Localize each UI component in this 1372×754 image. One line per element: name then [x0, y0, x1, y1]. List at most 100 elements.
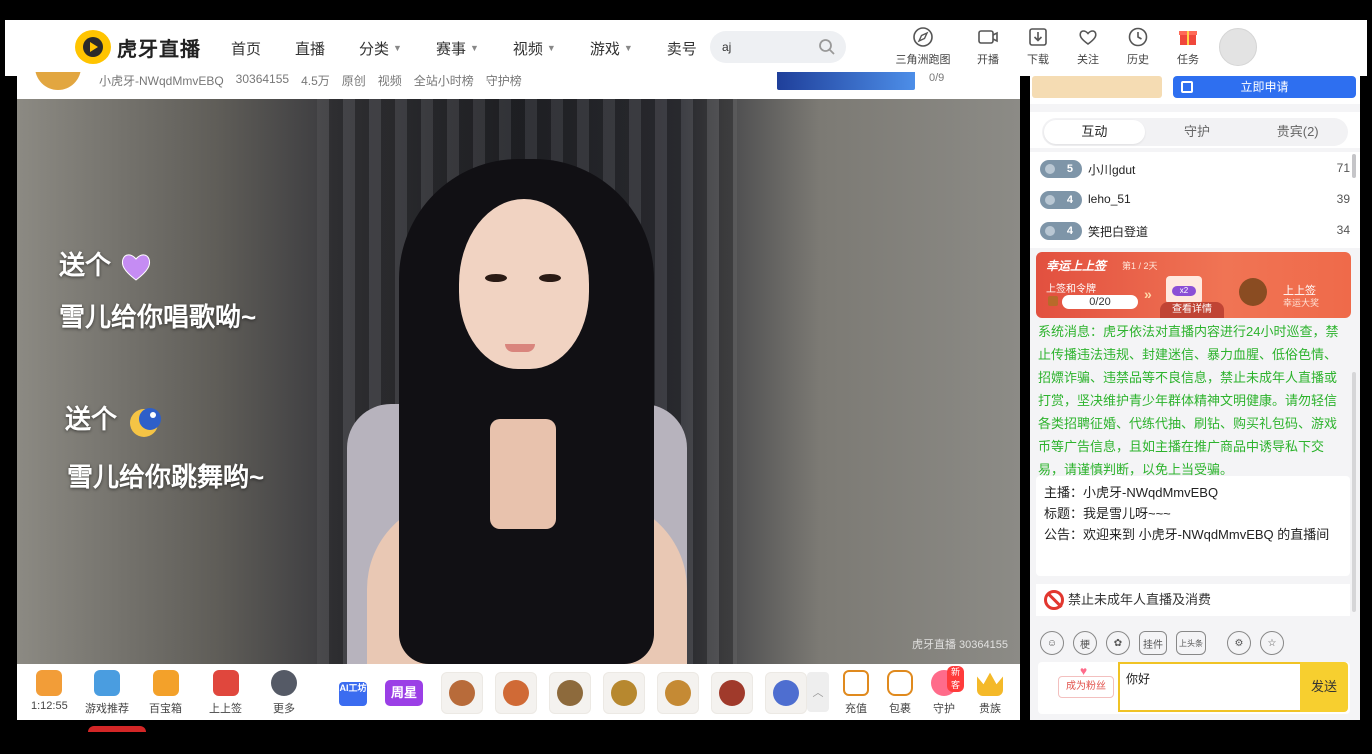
guard-button[interactable]: 守护 新客 [931, 666, 965, 716]
nav-item[interactable]: 直播 [295, 38, 325, 59]
meme-button[interactable]: 梗 [1073, 631, 1097, 655]
search-box[interactable] [710, 31, 846, 63]
headline-button[interactable]: 上头条 [1176, 631, 1206, 655]
emoji-icon[interactable]: ☺ [1040, 631, 1064, 655]
fan-name[interactable]: leho_51 [1088, 192, 1131, 206]
top-navigation-bar: 虎牙直播 首页 直播 分类▼ 赛事▼ 视频▼ 游戏▼ 卖号 三角洲跑图 开播 下载 关注 [5, 20, 1367, 76]
nav-item[interactable]: 游戏 ▼ [590, 38, 633, 59]
link-original[interactable]: 原创 [342, 72, 366, 89]
chevron-down-icon: ▼ [546, 43, 556, 53]
fan-list-scrollbar[interactable] [1352, 154, 1356, 178]
right-eye [539, 274, 561, 282]
fan-row[interactable]: 4 leho_51 39 [1038, 187, 1350, 213]
chat-input-box[interactable] [1118, 662, 1300, 712]
red-promo-tag[interactable] [88, 726, 146, 732]
chat-input[interactable] [1126, 668, 1286, 688]
more-tool[interactable]: 更多 [271, 670, 297, 716]
main-nav: 首页 直播 分类 ▼ 赛事 ▼ 视频 ▼ 游戏 ▼ 卖号 [231, 20, 731, 76]
delta-map-button[interactable]: 三角洲跑图 [883, 26, 963, 67]
fan-name[interactable]: 笑把白登道 [1088, 223, 1148, 240]
gift-item[interactable] [603, 672, 645, 714]
game-recommend-tool[interactable]: 游戏推荐 [85, 670, 129, 716]
view-detail-button[interactable]: 查看详情 [1160, 302, 1224, 318]
huya-logo[interactable]: 虎牙直播 [75, 30, 201, 64]
become-fan-button[interactable]: 成为粉丝 [1058, 676, 1114, 698]
link-guard-rank[interactable]: 守护榜 [486, 72, 522, 89]
ai-workshop-button[interactable]: AI工坊 [339, 682, 367, 706]
fan-name[interactable]: 小川gdut [1088, 161, 1135, 178]
game-recommend-label: 游戏推荐 [85, 703, 129, 715]
fan-row[interactable]: 5 小川gdut 71 [1038, 156, 1350, 182]
gift-item[interactable] [657, 672, 699, 714]
title-line: 标题：我是雪儿呀~~~ [1044, 506, 1171, 521]
fan-rank-list: 5 小川gdut 71 4 leho_51 39 4 笑把白登道 34 [1030, 152, 1360, 248]
video-watermark: 虎牙直播 30364155 [912, 639, 1008, 651]
recharge-label: 充值 [845, 703, 867, 715]
paw-icon[interactable]: ✿ [1106, 631, 1130, 655]
history-button[interactable]: 历史 [1113, 26, 1163, 67]
nav-item[interactable]: 首页 [231, 38, 261, 59]
tab-guard[interactable]: 守护 [1147, 118, 1248, 146]
video-player[interactable]: 送个 雪儿给你唱歌呦~ 送个 雪儿给你跳舞哟~ 虎牙直播 30364155 [17, 99, 1020, 664]
sticker-icon[interactable]: ☆ [1260, 631, 1284, 655]
treasure-box-tool[interactable]: 百宝箱 [149, 670, 182, 716]
more-label: 更多 [273, 703, 295, 715]
tool-label: 开播 [977, 54, 999, 66]
start-stream-button[interactable]: 开播 [963, 26, 1013, 67]
gift-item[interactable] [495, 672, 537, 714]
gift-icon [557, 680, 583, 706]
gift-item[interactable] [765, 672, 807, 714]
fan-row[interactable]: 4 笑把白登道 34 [1038, 218, 1350, 244]
recharge-icon [843, 670, 869, 696]
gift-icon [611, 680, 637, 706]
link-hour-rank[interactable]: 全站小时榜 [414, 72, 474, 89]
tool-label: 任务 [1177, 54, 1199, 66]
apply-button[interactable]: 立即申请 [1173, 76, 1356, 98]
nav-item[interactable]: 分类 ▼ [359, 38, 402, 59]
link-video[interactable]: 视频 [378, 72, 402, 89]
treasure-box-icon [152, 670, 179, 696]
recharge-button[interactable]: 充值 [843, 670, 869, 716]
nav-item[interactable]: 卖号 [667, 38, 697, 59]
gift-item[interactable] [549, 672, 591, 714]
download-button[interactable]: 下载 [1013, 26, 1063, 67]
nav-item[interactable]: 视频 ▼ [513, 38, 556, 59]
nav-item[interactable]: 赛事 ▼ [436, 38, 479, 59]
host-name[interactable]: 小虎牙-NWqdMmvEBQ [99, 72, 224, 89]
grand-prize-icon [1239, 278, 1267, 306]
search-input[interactable] [722, 38, 812, 56]
timer-tool[interactable]: 1:12:55 [31, 670, 68, 712]
tab-vip[interactable]: 贵宾(2) [1247, 118, 1348, 146]
host-line: 主播：小虎牙-NWqdMmvEBQ [1044, 485, 1219, 500]
bullet-settings-icon[interactable]: ⚙ [1227, 631, 1251, 655]
week-star-button[interactable]: 周星 [385, 680, 423, 706]
room-id: 30364155 [235, 72, 290, 86]
tab-interact[interactable]: 互动 [1044, 120, 1145, 144]
chevron-down-icon: ▼ [393, 43, 402, 53]
gift-scroll-up[interactable]: ︿ [807, 672, 829, 712]
lucky-sign-tool[interactable]: 上上签 [209, 670, 242, 716]
follow-button[interactable]: 关注 [1063, 26, 1113, 67]
noble-button[interactable]: 贵族 [977, 670, 1003, 716]
signin-label: 上签和令牌 [1046, 284, 1096, 295]
promo-thumbnail[interactable] [1032, 76, 1162, 98]
chat-scrollbar[interactable] [1352, 372, 1356, 612]
overlay-text-1: 送个 [59, 250, 112, 280]
package-label: 包裹 [889, 703, 911, 715]
lucky-signin-card[interactable]: 幸运上上签 第1 / 2天 上签和令牌 0/20 » x2 查看详情 上上签 幸… [1036, 252, 1351, 318]
gift-item[interactable] [441, 672, 483, 714]
gift-item[interactable] [711, 672, 753, 714]
search-icon[interactable] [818, 38, 836, 56]
host-avatar[interactable] [35, 72, 81, 90]
activity-banner[interactable] [777, 72, 915, 90]
send-button[interactable]: 发送 [1300, 662, 1348, 712]
pendant-button[interactable]: 挂件 [1139, 631, 1167, 655]
user-avatar[interactable] [1219, 28, 1257, 66]
sidebar-tabs: 互动 守护 贵宾(2) [1042, 118, 1348, 146]
fan-level-badge: 4 [1040, 222, 1082, 240]
package-button[interactable]: 包裹 [887, 670, 913, 716]
apply-label: 立即申请 [1240, 80, 1289, 94]
task-button[interactable]: 任务 [1163, 26, 1213, 67]
overlay-gift-line-3: 送个 [65, 399, 164, 441]
download-icon [1029, 28, 1047, 46]
